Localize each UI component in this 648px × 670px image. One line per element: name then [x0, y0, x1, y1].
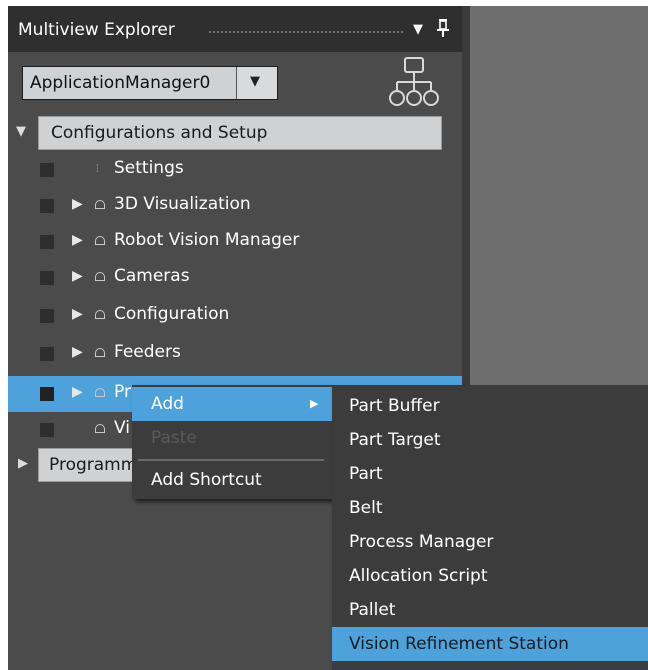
submenu-item-pallet[interactable]: Pallet	[332, 593, 648, 627]
checkbox-square[interactable]	[40, 347, 54, 361]
submenu-item-label: Vision Refinement Station	[349, 634, 569, 654]
tree-item-label: Vi	[114, 418, 130, 438]
checkbox-square[interactable]	[40, 271, 54, 285]
checkbox-square[interactable]	[40, 309, 54, 323]
submenu-item-vision-refinement-station[interactable]: Vision Refinement Station	[332, 627, 648, 661]
expand-triangle-icon[interactable]: ▼	[16, 124, 26, 139]
tree-item-configuration[interactable]: ▶ Configuration	[8, 298, 462, 334]
checkbox-square[interactable]	[40, 235, 54, 249]
submenu-item-part-buffer[interactable]: Part Buffer	[332, 389, 648, 423]
lock-icon	[95, 200, 105, 209]
expand-arrow-icon[interactable]: ▶	[72, 268, 83, 284]
tree-item-label: Robot Vision Manager	[114, 230, 300, 250]
application-selector-value: ApplicationManager0	[30, 73, 211, 93]
programming-header[interactable]: Programm	[38, 448, 138, 482]
submenu-item-belt[interactable]: Belt	[332, 491, 648, 525]
submenu-item-label: Belt	[349, 498, 383, 518]
explorer-titlebar: Multiview Explorer ▼	[8, 6, 462, 52]
checkbox-square[interactable]	[40, 163, 54, 177]
hierarchy-icon[interactable]	[385, 56, 445, 112]
programming-header-label: Programm	[49, 455, 138, 475]
menu-item-add[interactable]: Add ▶	[132, 387, 332, 421]
dropdown-button[interactable]: ▼	[236, 67, 277, 99]
menu-item-paste: Paste	[132, 421, 332, 455]
checkbox-square[interactable]	[40, 387, 54, 401]
submenu-item-label: Part	[349, 464, 383, 484]
tree-item-settings[interactable]: ⫶ Settings	[8, 152, 462, 188]
tree-item-cameras[interactable]: ▶ Cameras	[8, 260, 462, 296]
panel-title: Multiview Explorer	[18, 20, 175, 40]
submenu-arrow-icon: ▶	[310, 397, 319, 410]
submenu-item-label: Process Manager	[349, 532, 494, 552]
lock-icon	[95, 310, 105, 319]
expand-arrow-icon[interactable]: ▶	[72, 306, 83, 322]
chevron-down-icon: ▼	[250, 74, 260, 89]
expand-arrow-icon[interactable]: ▶	[18, 456, 28, 471]
lock-icon	[95, 348, 105, 357]
submenu-item-process-manager[interactable]: Process Manager	[332, 525, 648, 559]
lock-icon	[95, 236, 105, 245]
submenu-item-part[interactable]: Part	[332, 457, 648, 491]
expand-arrow-icon[interactable]: ▶	[72, 384, 83, 400]
tree-item-robot-vision-manager[interactable]: ▶ Robot Vision Manager	[8, 224, 462, 260]
submenu-item-label: Pallet	[349, 600, 396, 620]
configurations-header[interactable]: Configurations and Setup	[38, 116, 442, 150]
drag-grip[interactable]	[208, 30, 403, 34]
expand-arrow-icon[interactable]: ▶	[72, 196, 83, 212]
application-selector[interactable]: ApplicationManager0 ▼	[22, 66, 278, 100]
submenu-item-allocation-script[interactable]: Allocation Script	[332, 559, 648, 593]
tree-item-feeders[interactable]: ▶ Feeders	[8, 336, 462, 372]
tree-item-label: Configuration	[114, 304, 230, 324]
menu-item-label: Paste	[151, 428, 197, 448]
menu-divider	[138, 459, 324, 461]
screen: Multiview Explorer ▼ ApplicationManager0…	[0, 0, 648, 670]
pin-icon[interactable]	[436, 18, 450, 38]
lock-icon	[95, 424, 105, 433]
lock-icon	[95, 272, 105, 281]
configurations-header-label: Configurations and Setup	[51, 123, 268, 143]
add-submenu: Part Buffer Part Target Part Belt Proces…	[332, 385, 648, 670]
menu-item-label: Add	[151, 394, 184, 414]
submenu-item-part-target[interactable]: Part Target	[332, 423, 648, 457]
tree-item-3d-visualization[interactable]: ▶ 3D Visualization	[8, 188, 462, 224]
checkbox-square[interactable]	[40, 199, 54, 213]
tree-item-label: 3D Visualization	[114, 194, 251, 214]
chevron-down-icon[interactable]: ▼	[413, 22, 423, 37]
lock-icon	[95, 388, 105, 397]
tree-item-label: Pr	[114, 382, 131, 402]
tree-item-label: Feeders	[114, 342, 181, 362]
tree-item-label: Settings	[114, 158, 184, 178]
expand-arrow-icon[interactable]: ▶	[72, 344, 83, 360]
menu-item-label: Add Shortcut	[151, 470, 262, 490]
tree-item-label: Cameras	[114, 266, 190, 286]
checkbox-square[interactable]	[40, 423, 54, 437]
expand-arrow-icon[interactable]: ▶	[72, 232, 83, 248]
menu-item-add-shortcut[interactable]: Add Shortcut	[132, 463, 332, 497]
context-menu: Add ▶ Paste Add Shortcut	[132, 385, 332, 499]
submenu-item-label: Allocation Script	[349, 566, 488, 586]
submenu-item-label: Part Buffer	[349, 396, 440, 416]
settings-icon: ⫶	[96, 164, 99, 175]
submenu-item-label: Part Target	[349, 430, 441, 450]
